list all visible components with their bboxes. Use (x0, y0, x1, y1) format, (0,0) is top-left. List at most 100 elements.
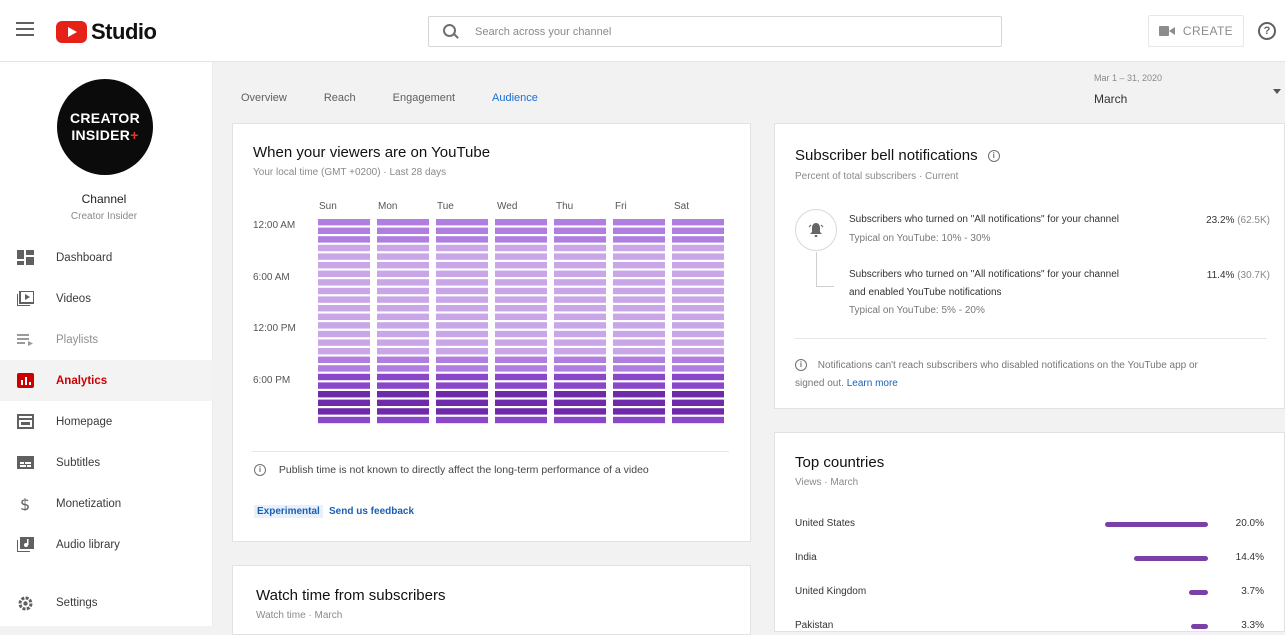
heatmap-cell[interactable] (613, 330, 665, 338)
heatmap-cell[interactable] (495, 339, 547, 346)
heatmap-cell[interactable] (377, 373, 429, 381)
heatmap-cell[interactable] (495, 365, 547, 372)
heatmap-cell[interactable] (436, 279, 488, 286)
heatmap-cell[interactable] (495, 399, 547, 406)
heatmap-cell[interactable] (554, 236, 606, 243)
heatmap-cell[interactable] (613, 313, 665, 320)
heatmap-cell[interactable] (377, 399, 429, 406)
heatmap-cell[interactable] (318, 391, 370, 398)
heatmap-cell[interactable] (554, 356, 606, 363)
heatmap-cell[interactable] (495, 270, 547, 277)
heatmap-cell[interactable] (377, 416, 429, 424)
heatmap-cell[interactable] (495, 373, 547, 381)
heatmap-cell[interactable] (436, 236, 488, 243)
heatmap-cell[interactable] (554, 373, 606, 381)
channel-avatar[interactable]: CREATOR INSIDER+ (57, 79, 153, 175)
heatmap-cell[interactable] (495, 416, 547, 424)
heatmap-cell[interactable] (495, 305, 547, 312)
hamburger-menu-icon[interactable] (16, 22, 34, 36)
heatmap-cell[interactable] (495, 348, 547, 355)
sidebar-item-settings[interactable]: Settings (0, 584, 213, 622)
heatmap-cell[interactable] (377, 287, 429, 295)
heatmap-cell[interactable] (495, 382, 547, 389)
heatmap-cell[interactable] (436, 253, 488, 260)
heatmap-cell[interactable] (495, 287, 547, 295)
heatmap-cell[interactable] (377, 296, 429, 303)
heatmap-cell[interactable] (436, 287, 488, 295)
heatmap-cell[interactable] (377, 365, 429, 372)
sidebar-item-homepage[interactable]: Homepage (0, 401, 213, 442)
heatmap-cell[interactable] (672, 356, 724, 363)
tab-overview[interactable]: Overview (241, 92, 287, 104)
heatmap-cell[interactable] (436, 399, 488, 406)
heatmap-cell[interactable] (672, 399, 724, 406)
heatmap-cell[interactable] (436, 244, 488, 252)
heatmap-cell[interactable] (318, 262, 370, 269)
help-icon[interactable]: ? (1258, 22, 1276, 40)
heatmap-cell[interactable] (495, 330, 547, 338)
heatmap-cell[interactable] (672, 296, 724, 303)
heatmap-cell[interactable] (613, 270, 665, 277)
heatmap-cell[interactable] (318, 356, 370, 363)
heatmap-cell[interactable] (436, 356, 488, 363)
heatmap-cell[interactable] (318, 305, 370, 312)
heatmap-cell[interactable] (672, 416, 724, 424)
heatmap-cell[interactable] (613, 236, 665, 243)
heatmap-cell[interactable] (318, 416, 370, 424)
heatmap-cell[interactable] (554, 296, 606, 303)
heatmap-cell[interactable] (436, 313, 488, 320)
heatmap-cell[interactable] (495, 356, 547, 363)
heatmap-cell[interactable] (377, 322, 429, 329)
heatmap-cell[interactable] (318, 382, 370, 389)
heatmap-cell[interactable] (613, 365, 665, 372)
heatmap-cell[interactable] (672, 244, 724, 252)
heatmap-cell[interactable] (436, 339, 488, 346)
heatmap-cell[interactable] (672, 313, 724, 320)
heatmap-cell[interactable] (554, 279, 606, 286)
heatmap-cell[interactable] (495, 408, 547, 415)
heatmap-cell[interactable] (318, 399, 370, 406)
heatmap-cell[interactable] (377, 305, 429, 312)
send-feedback-link[interactable]: Send us feedback (326, 505, 417, 518)
heatmap-cell[interactable] (318, 313, 370, 320)
studio-logo[interactable]: Studio (56, 19, 157, 45)
heatmap-cell[interactable] (672, 270, 724, 277)
sidebar-item-subtitles[interactable]: Subtitles (0, 442, 213, 483)
heatmap-cell[interactable] (495, 244, 547, 252)
info-icon[interactable]: i (987, 150, 1000, 163)
heatmap-cell[interactable] (672, 287, 724, 295)
heatmap-cell[interactable] (436, 365, 488, 372)
heatmap-cell[interactable] (377, 227, 429, 234)
heatmap-cell[interactable] (613, 287, 665, 295)
heatmap-cell[interactable] (554, 391, 606, 398)
heatmap-cell[interactable] (613, 219, 665, 226)
create-button[interactable]: CREATE (1148, 15, 1244, 47)
heatmap-cell[interactable] (672, 219, 724, 226)
heatmap-cell[interactable] (613, 296, 665, 303)
heatmap-cell[interactable] (554, 219, 606, 226)
heatmap-cell[interactable] (318, 287, 370, 295)
heatmap-cell[interactable] (613, 322, 665, 329)
heatmap-cell[interactable] (495, 236, 547, 243)
heatmap-cell[interactable] (554, 227, 606, 234)
heatmap-cell[interactable] (613, 305, 665, 312)
heatmap-cell[interactable] (318, 219, 370, 226)
heatmap-cell[interactable] (318, 270, 370, 277)
search-icon[interactable] (443, 23, 459, 40)
tab-engagement[interactable]: Engagement (393, 92, 455, 104)
heatmap-cell[interactable] (554, 339, 606, 346)
heatmap-cell[interactable] (377, 348, 429, 355)
heatmap-cell[interactable] (495, 391, 547, 398)
heatmap-cell[interactable] (554, 408, 606, 415)
tab-audience[interactable]: Audience (492, 92, 538, 104)
heatmap-cell[interactable] (613, 382, 665, 389)
heatmap-cell[interactable] (377, 244, 429, 252)
heatmap-cell[interactable] (495, 322, 547, 329)
heatmap-cell[interactable] (318, 373, 370, 381)
heatmap-cell[interactable] (613, 244, 665, 252)
sidebar-item-monetization[interactable]: $ Monetization (0, 483, 213, 524)
heatmap-cell[interactable] (554, 382, 606, 389)
heatmap-cell[interactable] (436, 348, 488, 355)
heatmap-cell[interactable] (554, 416, 606, 424)
search-box[interactable] (428, 16, 1002, 47)
